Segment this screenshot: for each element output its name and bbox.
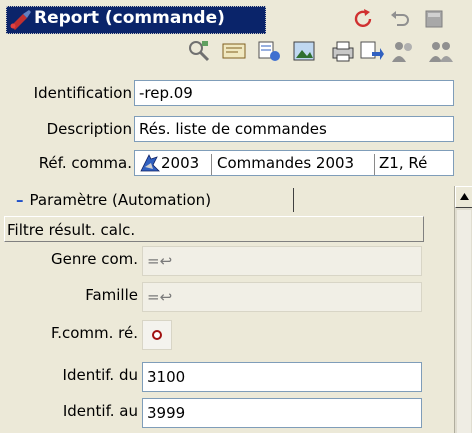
image-icon[interactable] xyxy=(291,38,317,64)
description-field[interactable]: Rés. liste de commandes xyxy=(134,116,454,142)
description-label: Description xyxy=(46,120,132,138)
famille-field[interactable]: =↩ xyxy=(142,282,422,312)
undo-icon[interactable] xyxy=(387,7,411,31)
identification-label: Identification xyxy=(33,84,132,102)
identif-du-row: Identif. du 3100 xyxy=(4,358,452,394)
print-icon[interactable] xyxy=(330,38,356,64)
famille-row: Famille =↩ xyxy=(4,278,452,314)
identif-au-field[interactable]: 3999 xyxy=(142,398,422,428)
identif-au-row: Identif. au 3999 xyxy=(4,394,452,430)
identification-field[interactable]: -rep.09 xyxy=(134,80,454,106)
window-title: Report (commande) xyxy=(34,8,225,28)
window-title-bar: Report (commande) xyxy=(0,0,472,34)
fcomm-re-option[interactable] xyxy=(142,320,172,350)
genre-com-label: Genre com. xyxy=(51,250,138,268)
collapse-icon[interactable]: – xyxy=(16,191,24,209)
identif-du-field[interactable]: 3100 xyxy=(142,362,422,392)
ref-commande-label: Réf. comma. xyxy=(38,154,132,172)
ref-commande-field[interactable]: 2003 Commandes 2003 Z1, Ré xyxy=(134,150,454,176)
reference-icon xyxy=(140,154,160,172)
parameter-panel: Filtre résult. calc. Genre com. =↩ Famil… xyxy=(4,216,452,433)
arrow-up-icon xyxy=(460,193,469,200)
group-header-filtre: Filtre résult. calc. xyxy=(4,216,424,242)
description-row: Description Rés. liste de commandes xyxy=(0,114,472,144)
vertical-scrollbar[interactable] xyxy=(454,186,472,433)
filter-icon[interactable] xyxy=(256,38,282,64)
report-app-icon xyxy=(10,10,31,30)
genre-com-field[interactable]: =↩ xyxy=(142,246,422,276)
identification-row: Identification -rep.09 xyxy=(0,78,472,108)
tab-divider xyxy=(293,188,294,212)
famille-label: Famille xyxy=(85,286,138,304)
minimize-icon[interactable] xyxy=(422,7,446,31)
ref-separator-1 xyxy=(211,154,212,175)
scroll-track[interactable] xyxy=(457,210,471,433)
ref-part-name: Commandes 2003 xyxy=(217,154,355,172)
tab-parametre-automation[interactable]: – Paramètre (Automation) xyxy=(10,186,211,214)
export-icon[interactable] xyxy=(358,38,384,64)
ref-separator-2 xyxy=(374,154,375,175)
identif-au-label: Identif. au xyxy=(62,402,138,420)
radio-dot-icon xyxy=(152,330,162,340)
ref-commande-row: Réf. comma. 2003 Commandes 2003 Z1, Ré xyxy=(0,148,472,178)
group-icon[interactable] xyxy=(428,38,454,64)
scroll-up-button[interactable] xyxy=(455,186,472,208)
panel-tab-strip: – Paramètre (Automation) xyxy=(4,183,448,215)
card-icon[interactable] xyxy=(221,38,247,64)
fcomm-re-row: F.comm. ré. xyxy=(4,316,452,352)
toolbar xyxy=(0,36,472,68)
search-icon[interactable] xyxy=(186,38,212,64)
genre-com-row: Genre com. =↩ xyxy=(4,242,452,278)
people-icon[interactable] xyxy=(390,38,416,64)
refresh-icon[interactable] xyxy=(352,7,376,31)
fcomm-re-label: F.comm. ré. xyxy=(50,324,138,342)
ref-part-number: 2003 xyxy=(161,154,200,172)
tab-label: Paramètre (Automation) xyxy=(29,191,212,209)
ref-part-extra: Z1, Ré xyxy=(379,154,428,172)
identif-du-label: Identif. du xyxy=(62,366,138,384)
